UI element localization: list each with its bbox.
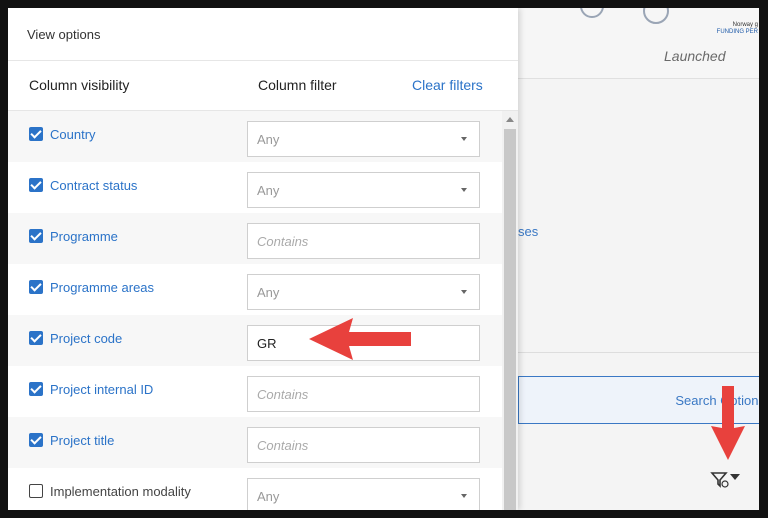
screenshot-border <box>0 0 768 518</box>
